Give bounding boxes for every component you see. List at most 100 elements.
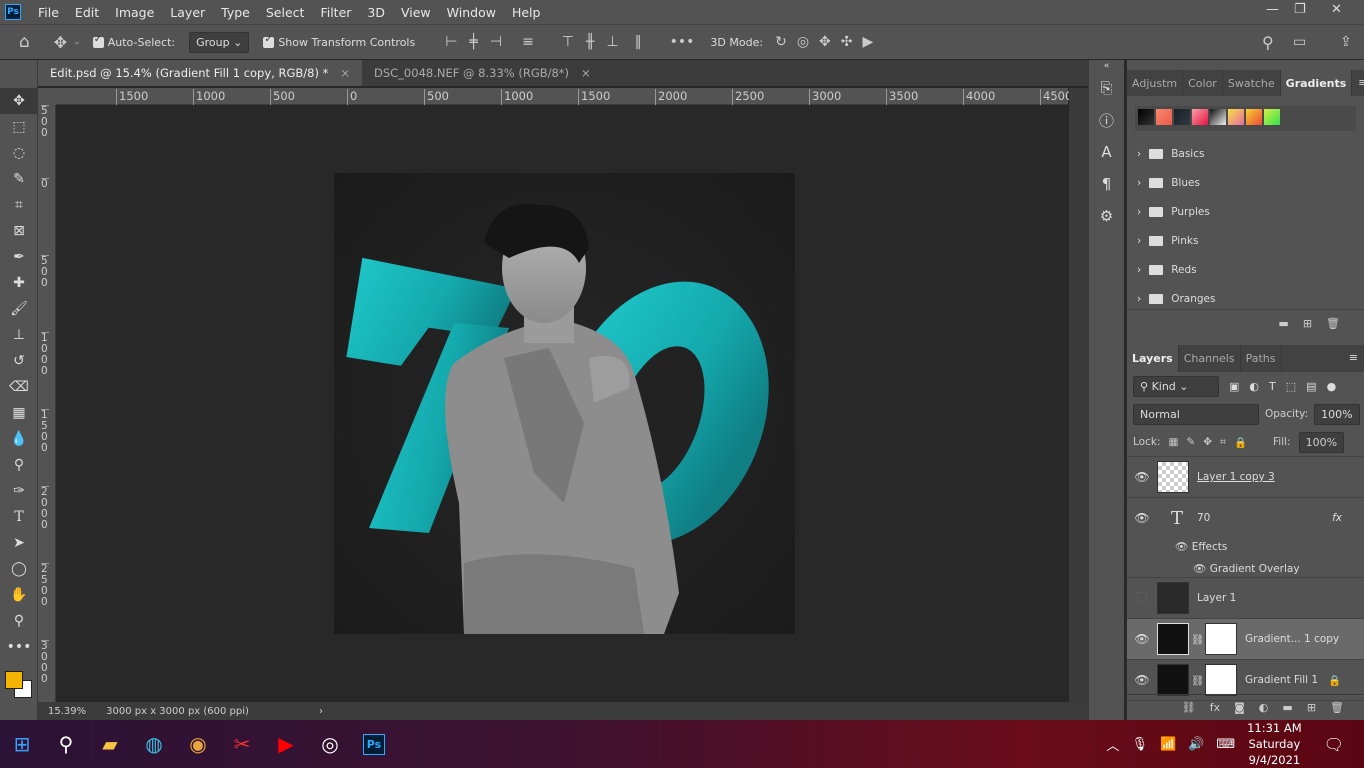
gradient-swatch[interactable] — [1228, 109, 1244, 125]
menu-help[interactable]: Help — [504, 5, 549, 20]
lock-paint-icon[interactable]: ✎ — [1186, 436, 1195, 448]
new-group-icon[interactable]: ▬ — [1278, 317, 1288, 330]
3d-roll-icon[interactable]: ◎ — [797, 34, 809, 50]
auto-select-dropdown[interactable]: Group ⌄ — [189, 31, 250, 53]
fill-input[interactable]: 100% — [1298, 431, 1345, 453]
libraries-icon[interactable]: ⚙ — [1089, 200, 1124, 232]
tab-layers[interactable]: Layers — [1127, 345, 1179, 372]
gradient-swatch[interactable] — [1156, 109, 1172, 125]
eye-icon[interactable]: 👁 — [1175, 541, 1188, 553]
align-right-icon[interactable]: ⊣ — [490, 34, 502, 50]
pen-tool-icon[interactable]: ✑ — [0, 478, 38, 504]
folder-reds[interactable]: › Reds — [1127, 255, 1364, 284]
eye-icon[interactable]: 👁 — [1127, 673, 1157, 687]
align-bottom-icon[interactable]: ⊥ — [606, 34, 618, 50]
layer-row[interactable]: Layer 1 — [1127, 578, 1364, 619]
edge-icon[interactable]: ◍ — [132, 720, 176, 768]
align-center-icon[interactable]: ╪ — [469, 34, 477, 50]
volume-icon[interactable]: 🔊 — [1188, 737, 1204, 752]
blend-mode-dropdown[interactable]: Normal — [1133, 403, 1259, 425]
gradient-swatch[interactable] — [1174, 109, 1190, 125]
gradient-swatch[interactable] — [1264, 109, 1280, 125]
filter-shape-icon[interactable]: ⬚ — [1286, 380, 1296, 393]
character-icon[interactable]: A — [1089, 136, 1124, 168]
file-explorer-icon[interactable]: ▰ — [88, 720, 132, 768]
3d-drag-icon[interactable]: ✥ — [819, 34, 831, 50]
folder-blues[interactable]: › Blues — [1127, 168, 1364, 197]
menu-image[interactable]: Image — [107, 5, 162, 20]
folder-pinks[interactable]: › Pinks — [1127, 226, 1364, 255]
lock-artboard-icon[interactable]: ⌗ — [1220, 436, 1226, 449]
distribute-icon[interactable]: ≡ — [522, 34, 534, 50]
quick-select-tool-icon[interactable]: ✎ — [0, 166, 38, 192]
tab-color[interactable]: Color — [1183, 70, 1223, 96]
vertical-scrollbar[interactable] — [1069, 88, 1088, 702]
align-top-icon[interactable]: ⊤ — [562, 34, 574, 50]
tab-paths[interactable]: Paths — [1241, 345, 1282, 372]
filter-kind-dropdown[interactable]: ⚲ Kind ⌄ — [1133, 375, 1219, 397]
search-icon[interactable]: ⚲ — [44, 720, 88, 768]
move-tool-icon[interactable]: ✥ — [0, 88, 38, 114]
effects-row[interactable]: 👁 Effects — [1127, 540, 1227, 560]
gradient-tool-icon[interactable]: ▦ — [0, 400, 38, 426]
gradient-swatch[interactable] — [1192, 109, 1208, 125]
tab-gradients[interactable]: Gradients — [1280, 70, 1353, 96]
dodge-tool-icon[interactable]: ⚲ — [0, 452, 38, 478]
show-transform-checkbox[interactable]: Show Transform Controls — [263, 34, 415, 49]
filter-smart-icon[interactable]: ▤ — [1306, 380, 1316, 393]
color-swatches[interactable] — [0, 660, 37, 710]
zoom-tool-icon[interactable]: ⚲ — [0, 608, 38, 634]
layer-row[interactable]: 👁 Layer 1 copy 3 — [1127, 457, 1364, 498]
gradient-swatch[interactable] — [1210, 109, 1226, 125]
brush-tool-icon[interactable]: 🖌 — [0, 296, 38, 322]
gradient-swatch[interactable] — [1246, 109, 1262, 125]
3d-rotate-icon[interactable]: ↻ — [775, 34, 787, 50]
layers-menu-icon[interactable]: ≡ — [1343, 345, 1364, 372]
minimize-icon[interactable]: — — [1266, 2, 1279, 17]
paragraph-icon[interactable]: ¶ — [1089, 168, 1124, 200]
wifi-icon[interactable]: 📶 — [1160, 737, 1176, 752]
tab-channels[interactable]: Channels — [1179, 345, 1241, 372]
info-icon[interactable]: ⓘ — [1089, 104, 1124, 136]
obs-icon[interactable]: ◎ — [308, 720, 352, 768]
menu-file[interactable]: File — [30, 5, 67, 20]
lock-pixels-icon[interactable]: ▦ — [1168, 436, 1178, 448]
opacity-input[interactable]: 100% — [1314, 403, 1360, 425]
tab-dsc-0048[interactable]: DSC_0048.NEF @ 8.33% (RGB/8*) × — [362, 60, 603, 86]
ellipse-tool-icon[interactable]: ◯ — [0, 556, 38, 582]
share-icon[interactable]: ⇪ — [1340, 34, 1352, 50]
distribute-vertical-icon[interactable]: ‖ — [635, 34, 642, 50]
blur-tool-icon[interactable]: 💧 — [0, 426, 38, 452]
hand-tool-icon[interactable]: ✋ — [0, 582, 38, 608]
show-hidden-icons[interactable]: ︿ — [1106, 735, 1119, 754]
add-style-icon[interactable]: fx — [1210, 701, 1220, 714]
eye-icon[interactable]: 👁 — [1127, 511, 1157, 525]
folder-purples[interactable]: › Purples — [1127, 197, 1364, 226]
workspace-icon[interactable]: ▭ — [1293, 34, 1306, 50]
layer-row[interactable]: 👁 T 70 fx 👁 Effects 👁 Gradient Overlay — [1127, 498, 1364, 578]
home-icon[interactable]: ⌂ — [19, 32, 30, 52]
healing-brush-icon[interactable]: ✚ — [0, 270, 38, 296]
folder-basics[interactable]: › Basics — [1127, 139, 1364, 168]
eye-icon[interactable]: 👁 — [1193, 563, 1206, 575]
delete-layer-icon[interactable]: 🗑 — [1330, 701, 1344, 714]
foreground-color[interactable] — [5, 671, 23, 689]
chrome-icon[interactable]: ◉ — [176, 720, 220, 768]
lock-position-icon[interactable]: ✥ — [1203, 436, 1212, 448]
visibility-toggle[interactable] — [1127, 591, 1157, 605]
new-group-icon[interactable]: ▬ — [1282, 701, 1292, 714]
microphone-icon[interactable]: 🎙 — [1131, 737, 1148, 752]
eraser-tool-icon[interactable]: ⌫ — [0, 374, 38, 400]
menu-3d[interactable]: 3D — [359, 5, 393, 20]
auto-select-checkbox[interactable]: Auto-Select: — [92, 34, 175, 49]
filter-type-icon[interactable]: T — [1269, 380, 1276, 393]
filter-toggle[interactable]: ● — [1327, 380, 1337, 393]
menu-view[interactable]: View — [393, 5, 439, 20]
adjustment-layer-icon[interactable]: ◐ — [1259, 701, 1269, 714]
notifications-icon[interactable]: 🗨 — [1324, 735, 1344, 754]
document-canvas[interactable]: 70 — [334, 173, 795, 634]
more-options-icon[interactable]: ••• — [670, 34, 695, 50]
eye-icon[interactable]: 👁 — [1127, 470, 1157, 484]
close-tab-icon[interactable]: × — [581, 66, 591, 80]
menu-select[interactable]: Select — [258, 5, 313, 20]
